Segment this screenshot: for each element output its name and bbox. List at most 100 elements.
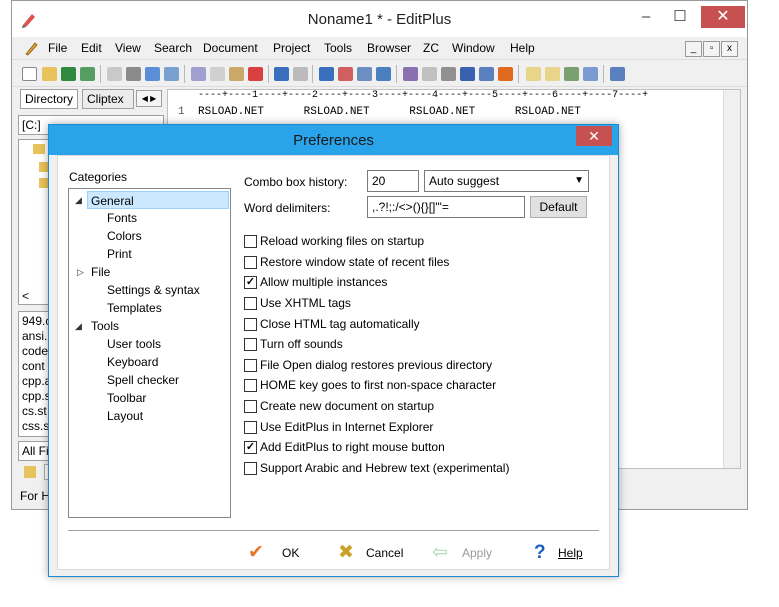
dialog-body: Categories ◢ General Fonts Colors Print … — [57, 155, 610, 570]
find-icon[interactable] — [319, 67, 334, 81]
checkbox[interactable] — [244, 318, 257, 331]
tree-item-fonts[interactable]: Fonts — [107, 209, 137, 227]
editor-text-line[interactable]: RSLOAD.NET RSLOAD.NET RSLOAD.NET RSLOAD.… — [198, 106, 581, 118]
menu-document[interactable]: Document — [203, 41, 258, 55]
browser-view-icon[interactable] — [164, 67, 179, 81]
tab-cliptext[interactable]: Cliptex — [82, 89, 134, 109]
default-button[interactable]: Default — [530, 196, 587, 218]
print-preview-icon[interactable] — [107, 67, 122, 81]
font-icon[interactable] — [403, 67, 418, 81]
minimize-button[interactable]: – — [633, 7, 659, 29]
auto-suggest-select[interactable]: Auto suggest ▼ — [424, 170, 589, 192]
folder-icon[interactable] — [24, 466, 36, 478]
cliptext-window-icon[interactable] — [564, 67, 579, 81]
line-number-icon[interactable] — [460, 67, 475, 81]
checkbox-checked[interactable]: ✓ — [244, 276, 257, 289]
combo-history-input[interactable]: 20 — [367, 170, 419, 192]
tree-item-keyboard[interactable]: Keyboard — [107, 353, 158, 371]
menu-tools[interactable]: Tools — [324, 41, 352, 55]
redo-icon[interactable] — [293, 67, 308, 81]
spell-check-icon[interactable] — [145, 67, 160, 81]
pen-icon — [25, 42, 38, 56]
checkbox[interactable] — [244, 338, 257, 351]
checkbox[interactable] — [244, 297, 257, 310]
menu-view[interactable]: View — [115, 41, 141, 55]
menu-help[interactable]: Help — [510, 41, 535, 55]
editor-vertical-scrollbar[interactable] — [723, 90, 740, 468]
tab-directory[interactable]: Directory — [20, 89, 79, 109]
checkbox[interactable] — [244, 379, 257, 392]
output-window-icon[interactable] — [526, 67, 541, 81]
column-select-icon[interactable] — [479, 67, 494, 81]
menu-browser[interactable]: Browser — [367, 41, 411, 55]
copy-icon[interactable] — [210, 67, 225, 81]
find-in-files-icon[interactable] — [357, 67, 372, 81]
directory-window-icon[interactable] — [545, 67, 560, 81]
checkbox[interactable] — [244, 462, 257, 475]
help-button[interactable]: ? Help — [530, 542, 590, 566]
replace-icon[interactable] — [338, 67, 353, 81]
checkbox[interactable] — [244, 235, 257, 248]
expand-arrow-icon[interactable]: ◢ — [75, 317, 82, 335]
toolbar — [12, 59, 747, 87]
line-number: 1 — [178, 106, 185, 118]
tree-item-toolbar[interactable]: Toolbar — [107, 389, 146, 407]
dialog-title: Preferences — [293, 132, 374, 149]
tree-item-layout[interactable]: Layout — [107, 407, 143, 425]
checkbox[interactable] — [244, 359, 257, 372]
delete-icon[interactable] — [248, 67, 263, 81]
tree-item-print[interactable]: Print — [107, 245, 132, 263]
mdi-close-button[interactable]: x — [721, 41, 738, 57]
word-wrap-icon[interactable] — [441, 67, 456, 81]
categories-tree[interactable]: ◢ General Fonts Colors Print ▷ File Sett… — [68, 188, 231, 518]
save-icon[interactable] — [61, 67, 76, 81]
open-folder-icon[interactable] — [42, 67, 57, 81]
checkbox[interactable] — [244, 256, 257, 269]
menu-edit[interactable]: Edit — [81, 41, 102, 55]
expand-arrow-icon[interactable]: ▷ — [77, 263, 84, 281]
menu-project[interactable]: Project — [273, 41, 310, 55]
mdi-restore-button[interactable]: ▫ — [703, 41, 720, 57]
checkbox[interactable] — [244, 400, 257, 413]
html-toolbar-icon[interactable] — [422, 67, 437, 81]
checkbox-checked[interactable]: ✓ — [244, 441, 257, 454]
goto-line-icon[interactable] — [376, 67, 391, 81]
help-pointer-icon[interactable] — [610, 67, 625, 81]
undo-icon[interactable] — [274, 67, 289, 81]
tree-item-file[interactable]: File — [91, 263, 110, 281]
close-button[interactable]: ✕ — [701, 6, 745, 28]
categories-label: Categories — [69, 170, 128, 184]
mdi-minimize-button[interactable]: _ — [685, 41, 702, 57]
check-mark-icon[interactable] — [498, 67, 513, 81]
checkbox[interactable] — [244, 421, 257, 434]
tree-item-templates[interactable]: Templates — [107, 299, 162, 317]
arrow-left-icon: ⇦ — [432, 542, 448, 563]
cut-icon[interactable] — [191, 67, 206, 81]
tree-item-spell-checker[interactable]: Spell checker — [107, 371, 179, 389]
new-file-icon[interactable] — [22, 67, 37, 81]
menu-window[interactable]: Window — [452, 41, 495, 55]
tree-item-user-tools[interactable]: User tools — [107, 335, 161, 353]
tree-item-settings-syntax[interactable]: Settings & syntax — [107, 281, 200, 299]
cancel-button[interactable]: ✖ Cancel — [338, 542, 418, 566]
menu-file[interactable]: File — [48, 41, 67, 55]
apply-button[interactable]: ⇦ Apply — [432, 542, 502, 566]
tree-item-general[interactable]: General — [87, 191, 229, 209]
tree-item-colors[interactable]: Colors — [107, 227, 142, 245]
expand-arrow-icon[interactable]: ◢ — [75, 191, 82, 209]
word-delimiters-input[interactable]: ,.?!;:/<>(){}[]"'= — [367, 196, 525, 218]
paste-icon[interactable] — [229, 67, 244, 81]
word-delimiters-label: Word delimiters: — [244, 201, 331, 215]
tree-item-tools[interactable]: Tools — [91, 317, 119, 335]
print-icon[interactable] — [126, 67, 141, 81]
ok-button[interactable]: ✔ OK — [248, 542, 308, 566]
tab-scroll-arrows[interactable]: ◀ ▶ — [136, 90, 162, 107]
save-all-icon[interactable] — [80, 67, 95, 81]
auto-suggest-value: Auto suggest — [429, 174, 500, 188]
dialog-close-button[interactable]: ✕ — [576, 126, 612, 146]
menu-search[interactable]: Search — [154, 41, 192, 55]
maximize-button[interactable]: ☐ — [667, 7, 693, 29]
menu-zc[interactable]: ZC — [423, 41, 439, 55]
fullscreen-icon[interactable] — [583, 67, 598, 81]
title-bar: Noname1 * - EditPlus – ☐ ✕ — [12, 1, 747, 37]
